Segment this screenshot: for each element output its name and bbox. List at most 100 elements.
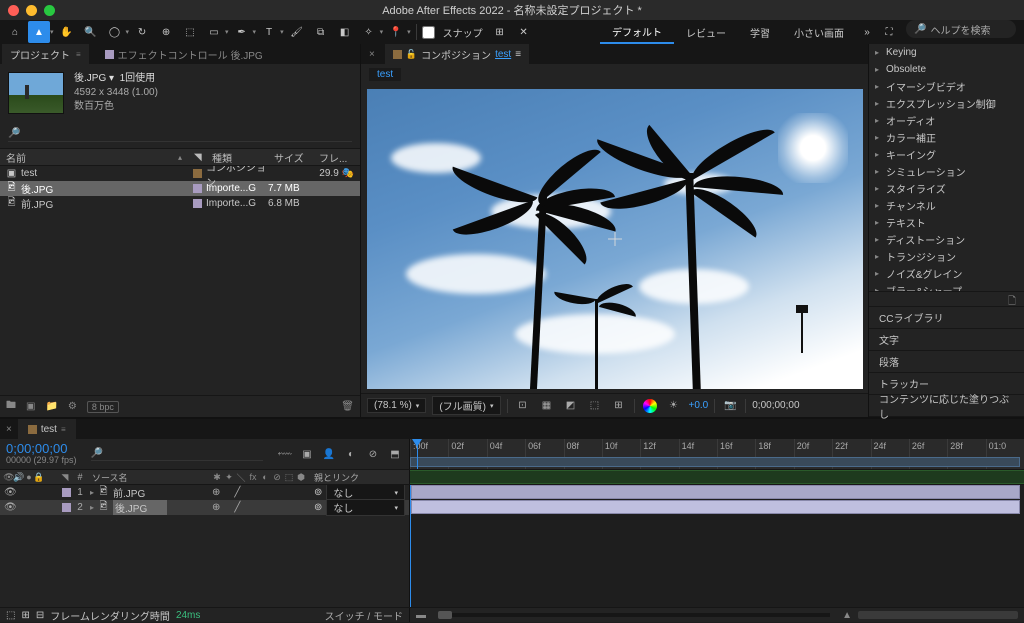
sort-icon[interactable]: ▴ <box>178 153 182 162</box>
fast-preview-button[interactable]: ⊡ <box>514 397 532 415</box>
col-fps[interactable]: フレ... <box>313 150 360 165</box>
selection-tool[interactable]: ▲ <box>28 21 50 43</box>
panel-menu-icon[interactable]: ≡ <box>76 50 81 59</box>
fx-category[interactable]: ▸シミュレーション <box>869 163 1024 180</box>
pickwhip-icon[interactable]: ⊚ <box>314 487 322 498</box>
composition-tab[interactable]: 🔓 コンポジション test ≡ <box>385 44 529 64</box>
zoom-out-icon[interactable]: ▬ <box>416 610 426 621</box>
fx-category[interactable]: ▸イマーシブビデオ <box>869 78 1024 95</box>
home-button[interactable]: ⌂ <box>4 21 26 43</box>
content-aware-panel-tab[interactable]: コンテンツに応じた塗りつぶし <box>869 395 1024 417</box>
fx-category[interactable]: ▸テキスト <box>869 214 1024 231</box>
fx-category[interactable]: ▸ノイズ&グレイン <box>869 265 1024 282</box>
col-kind[interactable]: 種類 <box>206 150 268 165</box>
new-bin-button[interactable]: 🗋 <box>869 291 1024 307</box>
fx-category[interactable]: ▸ブラー&シャープ <box>869 282 1024 291</box>
maximize-window-button[interactable] <box>44 5 55 16</box>
comp-name-link[interactable]: test <box>495 49 511 60</box>
label-swatch[interactable] <box>193 169 202 178</box>
label-swatch[interactable] <box>62 503 71 512</box>
workspace-tab-review[interactable]: レビュー <box>674 20 738 44</box>
breadcrumb-item[interactable]: test <box>369 68 401 81</box>
transparency-grid-button[interactable]: ▦ <box>538 397 556 415</box>
bpc-badge[interactable]: 8 bpc <box>87 401 119 413</box>
zoom-tool[interactable]: 🔍 <box>80 21 102 43</box>
parent-link-header[interactable]: 親とリンク <box>310 471 409 484</box>
resolution-dropdown[interactable]: (フル画質)▾ <box>432 396 500 415</box>
timeline-search[interactable]: 🔎 <box>91 448 263 461</box>
toggle-modes-icon[interactable]: ⊞ <box>21 610 29 621</box>
fx-category[interactable]: ▸エクスプレッション制御 <box>869 95 1024 112</box>
parent-dropdown[interactable]: なし▾ <box>326 499 405 516</box>
snap-cross-button[interactable]: ✕ <box>513 21 535 43</box>
zoom-dropdown[interactable]: (78.1 %)▾ <box>367 398 426 413</box>
panel-menu-icon[interactable]: ≡ <box>61 425 66 434</box>
zoom-in-icon[interactable]: ▲ <box>842 610 852 621</box>
exposure-reset-button[interactable]: ☀ <box>665 397 683 415</box>
label-swatch[interactable] <box>193 184 202 193</box>
paragraph-panel-tab[interactable]: 段落 <box>869 351 1024 373</box>
type-tool[interactable]: T <box>258 21 280 43</box>
composition-viewer[interactable] <box>361 84 868 393</box>
layer-row[interactable]: 👁 2 ▸🖻後.JPG ⊕╱ ⊚なし▾ <box>0 500 409 515</box>
eraser-tool[interactable]: ◧ <box>334 21 356 43</box>
graph-editor-button[interactable]: ⬒ <box>387 446 403 462</box>
layer-row[interactable]: 👁 1 ▸🖻前.JPG ⊕╱ ⊚なし▾ <box>0 485 409 500</box>
zoom-slider[interactable] <box>438 613 830 617</box>
clone-tool[interactable]: ⧉ <box>310 21 332 43</box>
project-search[interactable]: 🔎 <box>8 128 352 142</box>
workspace-tab-default[interactable]: デフォルト <box>600 20 674 44</box>
shy-button[interactable]: 👤 <box>321 446 337 462</box>
frame-blend-button[interactable]: ◐ <box>343 446 359 462</box>
col-tag[interactable]: ◥ <box>188 152 206 163</box>
project-item[interactable]: 🖻前.JPG Importe...G 6.8 MB <box>0 196 360 211</box>
fx-category[interactable]: ▸チャンネル <box>869 197 1024 214</box>
label-swatch[interactable] <box>62 488 71 497</box>
shape-tool[interactable]: ▭ <box>203 21 225 43</box>
snap-toggle[interactable]: スナップ <box>422 25 487 40</box>
brush-tool[interactable]: 🖌 <box>286 21 308 43</box>
timeline-tracks[interactable] <box>410 485 1024 607</box>
fx-category[interactable]: ▸カラー補正 <box>869 129 1024 146</box>
fx-category[interactable]: ▸ディストーション <box>869 231 1024 248</box>
rotate-tool[interactable]: ↻ <box>131 21 153 43</box>
label-swatch[interactable] <box>193 199 202 208</box>
workspace-tab-small[interactable]: 小さい画面 <box>782 20 856 44</box>
layer-bar[interactable] <box>411 485 1020 499</box>
roto-tool[interactable]: ✧ <box>358 21 380 43</box>
draft-3d-button[interactable]: ▣ <box>299 446 315 462</box>
timeline-tab[interactable]: test ≡ <box>18 419 76 439</box>
help-search[interactable]: 🔎 ヘルプを検索 <box>906 20 1016 38</box>
fx-category[interactable]: ▸オーディオ <box>869 112 1024 129</box>
motion-blur-button[interactable]: ⊘ <box>365 446 381 462</box>
visibility-toggle[interactable]: 👁 <box>4 487 16 498</box>
grid-button[interactable]: ⊞ <box>610 397 628 415</box>
lock-icon[interactable]: 🔓 <box>406 49 417 60</box>
workspace-tab-learn[interactable]: 学習 <box>738 20 782 44</box>
snap-checkbox[interactable] <box>422 26 435 39</box>
current-timecode[interactable]: 0;00;00;00 <box>6 442 77 456</box>
toggle-switches-icon[interactable]: ⬚ <box>6 610 15 621</box>
mask-visibility-button[interactable]: ◩ <box>562 397 580 415</box>
current-time[interactable]: 0;00;00;00 <box>752 400 799 411</box>
source-name-header[interactable]: ソース名 <box>88 471 208 484</box>
new-folder-button[interactable]: 📁 <box>45 401 57 412</box>
workspace-overflow-button[interactable]: » <box>856 20 878 44</box>
character-panel-tab[interactable]: 文字 <box>869 329 1024 351</box>
snap-options-button[interactable]: ⊞ <box>489 21 511 43</box>
pickwhip-icon[interactable]: ⊚ <box>314 502 322 513</box>
region-button[interactable]: ⬚ <box>586 397 604 415</box>
twirl-icon[interactable]: ▸ <box>90 503 94 512</box>
new-comp-button[interactable]: ▣ <box>26 401 35 412</box>
effect-controls-tab[interactable]: エフェクトコントロール 後.JPG <box>97 44 271 64</box>
col-size[interactable]: サイズ <box>268 150 313 165</box>
hand-tool[interactable]: ✋ <box>56 21 78 43</box>
col-name[interactable]: 名前 <box>6 150 26 165</box>
panel-drag-icon[interactable]: × <box>0 424 18 435</box>
options-button[interactable]: ⚙ <box>68 401 77 412</box>
minimize-window-button[interactable] <box>26 5 37 16</box>
pan-behind-tool[interactable]: ⬚ <box>179 21 201 43</box>
project-item[interactable]: ▣test コンポジション 29.9 🎭 <box>0 166 360 181</box>
time-navigator[interactable] <box>858 611 1018 619</box>
snapshot-button[interactable]: 📷 <box>721 397 739 415</box>
